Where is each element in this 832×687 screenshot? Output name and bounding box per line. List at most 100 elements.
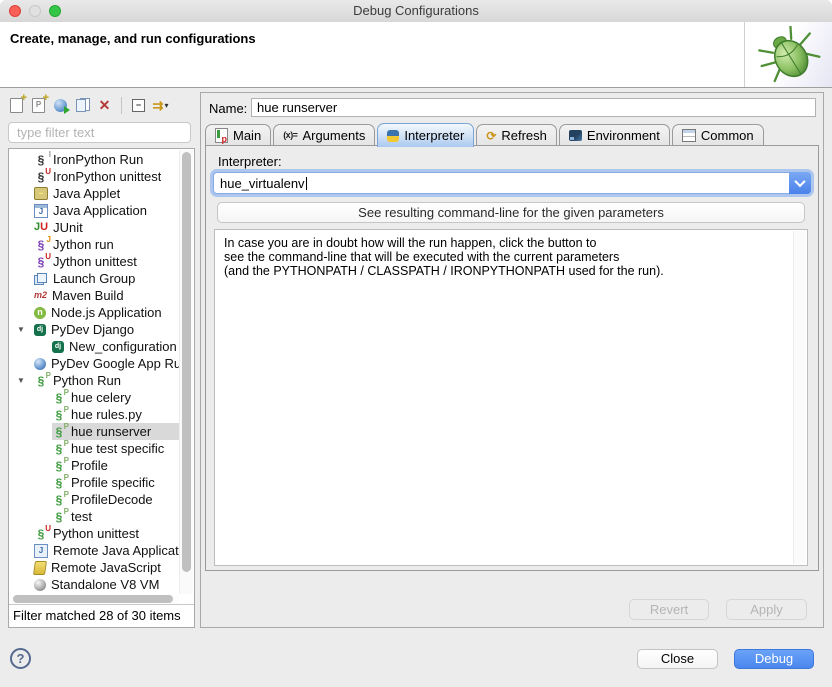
tree-item-launch-group[interactable]: Launch Group [9, 270, 179, 287]
common-tab-icon [682, 129, 696, 142]
tree-item-label: Jython unittest [53, 254, 137, 269]
tree-vertical-scrollbar[interactable] [179, 150, 193, 594]
tab-common[interactable]: Common [672, 124, 764, 146]
tree-item-profile-specific[interactable]: §PProfile specific [9, 474, 179, 491]
zoom-window-button[interactable] [49, 5, 61, 17]
tree-item-python-unittest[interactable]: §UPython unittest [9, 525, 179, 542]
export-icon [54, 99, 67, 112]
tree-vertical-scrollbar-thumb[interactable] [182, 152, 191, 572]
tab-environment[interactable]: Environment [559, 124, 670, 146]
new-config-icon [10, 98, 23, 113]
java-application-icon [34, 204, 48, 218]
python-run-icon: §P [52, 459, 66, 473]
interpreter-tab-icon [387, 130, 399, 142]
revert-button[interactable]: Revert [629, 599, 709, 620]
tree-item-ironpython-run[interactable]: §IIronPython Run [9, 151, 179, 168]
debug-configurations-dialog: Debug Configurations Create, manage, and… [0, 0, 832, 687]
configuration-detail-panel: Name: Main (x)=Arguments Interpreter ⟳Refre… [200, 92, 824, 628]
help-button[interactable]: ? [10, 648, 31, 669]
tab-label: Environment [587, 128, 660, 143]
tree-item-python-run[interactable]: ▼§PPython Run [9, 372, 179, 389]
tree-item-label: hue runserver [71, 424, 151, 439]
maven-icon: m2 [34, 291, 47, 300]
junit-icon: JU [34, 222, 48, 233]
export-configurations-button[interactable] [52, 95, 69, 115]
interpreter-label: Interpreter: [218, 154, 282, 169]
pydev-django-icon: dj [52, 341, 64, 353]
tree-item-profiledecode[interactable]: §PProfileDecode [9, 491, 179, 508]
duplicate-icon [76, 98, 90, 112]
expand-arrow-icon[interactable]: ▼ [17, 325, 34, 334]
tree-item-hue-test-specific[interactable]: §Phue test specific [9, 440, 179, 457]
tree-item-profile[interactable]: §PProfile [9, 457, 179, 474]
interpreter-combo-dropdown-button[interactable] [789, 172, 811, 194]
tree-item-hue-rules-py[interactable]: §Phue rules.py [9, 406, 179, 423]
filter-configurations-button[interactable]: ⇉▾ [152, 95, 169, 115]
new-configuration-button[interactable] [8, 95, 25, 115]
ironpython-run-icon: §I [34, 153, 48, 167]
window-title: Debug Configurations [0, 0, 832, 21]
tree-item-test[interactable]: §Ptest [9, 508, 179, 525]
filter-icon: ⇉ [153, 99, 164, 112]
launch-toolbar: ✕ ⇉▾ [8, 93, 169, 117]
name-input[interactable] [251, 98, 816, 117]
banner-heading: Create, manage, and run configurations [10, 31, 256, 46]
tree-item-java-application[interactable]: Java Application [9, 202, 179, 219]
tree-item-new-configuration[interactable]: dj New_configuration [9, 338, 179, 355]
tree-item-pydev-google-app-run[interactable]: PyDev Google App Run [9, 355, 179, 372]
tab-label: Interpreter [404, 128, 464, 143]
delete-configuration-button[interactable]: ✕ [96, 95, 113, 115]
tree-item-junit[interactable]: JU JUnit [9, 219, 179, 236]
name-label: Name: [209, 101, 247, 116]
tree-item-label: Remote JavaScript [51, 560, 161, 575]
tree-item-label: New_configuration [69, 339, 177, 354]
python-run-icon: §P [34, 374, 48, 388]
tab-label: Refresh [501, 128, 547, 143]
remote-java-icon: J [34, 544, 48, 558]
tab-arguments[interactable]: (x)=Arguments [273, 124, 375, 146]
close-button[interactable]: Close [637, 649, 718, 669]
tree-item-hue-runserver[interactable]: §P hue runserver [9, 423, 179, 440]
tree-item-ironpython-unittest[interactable]: §UIronPython unittest [9, 168, 179, 185]
chevron-down-icon [794, 176, 805, 187]
python-run-icon: §P [52, 425, 66, 439]
debug-button[interactable]: Debug [734, 649, 814, 669]
tree-item-pydev-django[interactable]: ▼djPyDev Django [9, 321, 179, 338]
python-run-icon: §P [52, 493, 66, 507]
tab-interpreter[interactable]: Interpreter [377, 123, 474, 147]
tree-item-jython-run[interactable]: §JJython run [9, 236, 179, 253]
dropdown-caret-icon: ▾ [164, 101, 168, 110]
collapse-all-button[interactable] [130, 95, 147, 115]
python-run-icon: §P [52, 442, 66, 456]
tree-item-node-js-application[interactable]: nNode.js Application [9, 304, 179, 321]
see-command-line-button[interactable]: See resulting command-line for the given… [217, 202, 805, 223]
tree-item-label: Java Application [53, 203, 147, 218]
interpreter-combo[interactable]: hue_virtualenv [213, 172, 811, 194]
tree-item-jython-unittest[interactable]: §UJython unittest [9, 253, 179, 270]
tree-item-hue-celery[interactable]: §Phue celery [9, 389, 179, 406]
close-window-button[interactable] [9, 5, 21, 17]
expand-arrow-icon[interactable]: ▼ [17, 376, 34, 385]
configuration-tree: §IIronPython Run§UIronPython unittestJav… [9, 151, 179, 594]
tree-item-remote-java-application[interactable]: JRemote Java Application [9, 542, 179, 559]
tab-label: Main [233, 128, 261, 143]
tree-item-remote-javascript[interactable]: Remote JavaScript [9, 559, 179, 576]
new-prototype-icon [32, 98, 45, 113]
text-cursor [306, 177, 307, 190]
tree-item-label: Profile specific [71, 475, 155, 490]
tab-refresh[interactable]: ⟳Refresh [476, 124, 557, 146]
info-line: see the command-line that will be execut… [224, 250, 798, 264]
filter-input[interactable] [8, 122, 191, 143]
duplicate-configuration-button[interactable] [74, 95, 91, 115]
tab-main[interactable]: Main [205, 124, 271, 146]
tree-item-maven-build[interactable]: m2Maven Build [9, 287, 179, 304]
tree-item-label: Launch Group [53, 271, 135, 286]
tree-item-java-applet[interactable]: Java Applet [9, 185, 179, 202]
new-prototype-button[interactable] [30, 95, 47, 115]
config-tabbar: Main (x)=Arguments Interpreter ⟳Refresh Envi… [205, 123, 819, 146]
tree-horizontal-scrollbar-thumb[interactable] [13, 595, 173, 603]
apply-button[interactable]: Apply [726, 599, 807, 620]
tree-item-standalone-v8-vm[interactable]: Standalone V8 VM [9, 576, 179, 593]
pydev-django-icon: dj [34, 324, 46, 336]
tree-item-label: JUnit [53, 220, 83, 235]
